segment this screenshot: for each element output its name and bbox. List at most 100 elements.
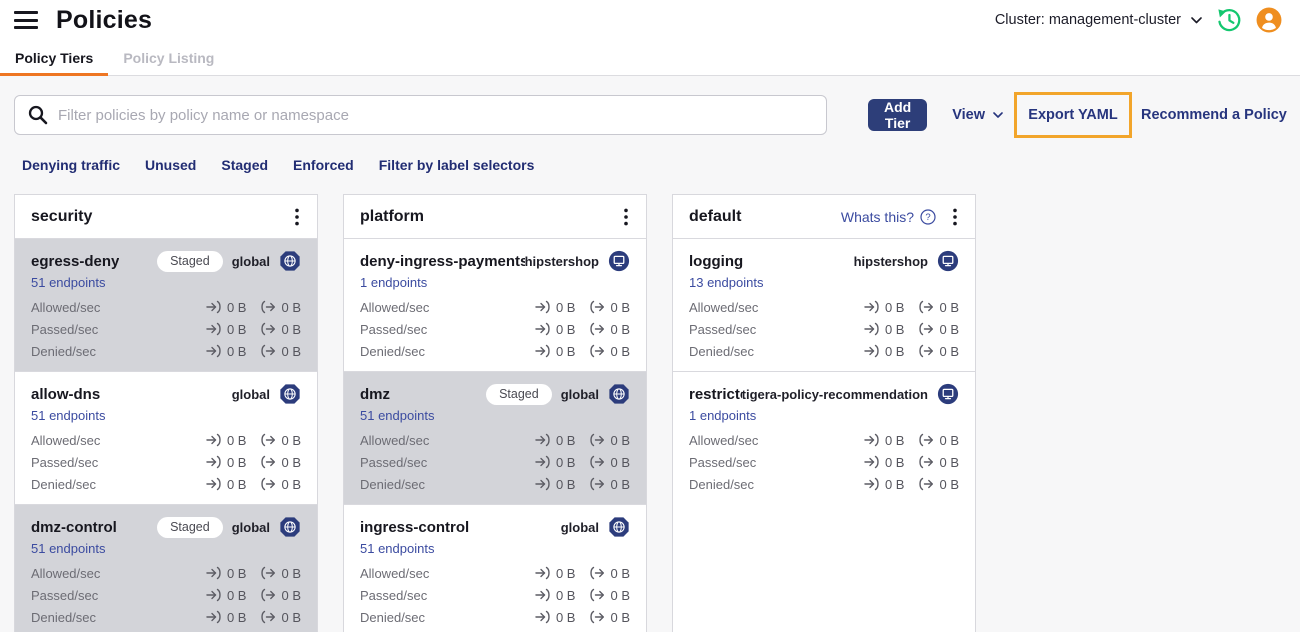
ingress-arrow-icon [206,322,221,336]
recommend-policy-button[interactable]: Recommend a Policy [1141,107,1287,123]
ingress-arrow-icon [535,610,550,624]
view-dropdown[interactable]: View [952,107,1003,123]
ingress-bytes: 0 B [206,609,246,625]
egress-bytes: 0 B [589,432,630,448]
metric-row-denied-sec: Denied/sec 0 B 0 B [31,340,301,362]
cluster-selector[interactable]: Cluster: management-cluster [995,12,1202,28]
egress-arrow-icon [261,322,276,336]
user-avatar[interactable] [1256,7,1282,33]
policy-card-dmz[interactable]: dmz Staged global 51 endpoints Allowed/s… [344,371,646,504]
endpoints-link[interactable]: 51 endpoints [31,408,105,423]
egress-arrow-icon [590,588,605,602]
metric-row-denied-sec: Denied/sec 0 B 0 B [360,473,630,495]
policy-card-ingress-control[interactable]: ingress-control global 51 endpoints Allo… [344,504,646,632]
metric-label: Passed/sec [31,587,99,603]
egress-arrow-icon [261,566,276,580]
tier-menu-kebab-icon[interactable] [946,206,964,228]
filter-link-denying-traffic[interactable]: Denying traffic [22,157,120,173]
policy-scope-label: tigera-policy-recommendation [741,386,928,402]
ingress-bytes: 0 B [535,587,575,603]
export-yaml-highlight: Export YAML [1014,92,1132,138]
ingress-bytes: 0 B [206,454,246,470]
policy-card-restricted[interactable]: restricted tigera-policy-recommendation … [673,371,975,504]
metric-row-passed-sec: Passed/sec 0 B 0 B [31,451,301,473]
metric-row-allowed-sec: Allowed/sec 0 B 0 B [689,429,959,451]
egress-arrow-icon [919,477,934,491]
ingress-arrow-icon [535,588,550,602]
tier-menu-kebab-icon[interactable] [617,206,635,228]
policy-name: restricted [689,385,742,403]
scope-icon [608,516,630,538]
staged-badge: Staged [157,250,223,272]
egress-arrow-icon [261,610,276,624]
ingress-arrow-icon [535,300,550,314]
chevron-down-icon [1191,16,1202,23]
policy-card-deny-ingress-paymentservi-[interactable]: deny-ingress-paymentservi... hipstershop… [344,238,646,371]
egress-bytes: 0 B [260,343,301,359]
metric-row-passed-sec: Passed/sec 0 B 0 B [360,584,630,606]
tier-help-link[interactable]: Whats this? ? [841,209,936,225]
ingress-bytes: 0 B [535,565,575,581]
scope-icon [608,383,630,405]
egress-bytes: 0 B [260,321,301,337]
endpoints-link[interactable]: 51 endpoints [360,408,434,423]
svg-text:?: ? [925,212,930,223]
export-yaml-button[interactable]: Export YAML [1028,107,1117,123]
policy-scope-label: hipstershop [853,253,928,269]
tier-menu-kebab-icon[interactable] [288,206,306,228]
metric-row-denied-sec: Denied/sec 0 B 0 B [31,606,301,628]
filter-link-enforced[interactable]: Enforced [293,157,354,173]
metric-label: Passed/sec [31,321,99,337]
tier-help-label: Whats this? [840,208,914,225]
ingress-arrow-icon [864,344,879,358]
ingress-bytes: 0 B [864,476,904,492]
ingress-bytes: 0 B [864,299,904,315]
metric-label: Denied/sec [689,476,755,492]
endpoints-link[interactable]: 1 endpoints [689,408,756,423]
scope-icon [279,383,301,405]
ingress-arrow-icon [535,477,550,491]
ingress-arrow-icon [206,433,221,447]
metric-row-passed-sec: Passed/sec 0 B 0 B [31,318,301,340]
metric-row-denied-sec: Denied/sec 0 B 0 B [31,473,301,495]
egress-arrow-icon [261,477,276,491]
hamburger-menu-icon[interactable] [14,11,38,29]
endpoints-link[interactable]: 51 endpoints [360,541,434,556]
add-tier-button[interactable]: Add Tier [868,99,928,131]
search-input[interactable] [58,106,814,124]
filter-link-unused[interactable]: Unused [145,157,196,173]
tab-policy-listing[interactable]: Policy Listing [108,40,229,75]
ingress-bytes: 0 B [535,609,575,625]
filter-link-filter-by-label-selectors[interactable]: Filter by label selectors [379,157,535,173]
policy-card-allow-dns[interactable]: allow-dns global 51 endpoints Allowed/se… [15,371,317,504]
endpoints-link[interactable]: 13 endpoints [689,275,763,290]
policy-scope-label: global [231,519,270,535]
chevron-down-icon [993,112,1003,118]
metric-row-allowed-sec: Allowed/sec 0 B 0 B [31,429,301,451]
egress-bytes: 0 B [918,299,959,315]
page-title: Policies [56,5,153,34]
history-icon[interactable] [1216,7,1242,33]
tab-policy-tiers[interactable]: Policy Tiers [0,40,109,76]
egress-arrow-icon [590,322,605,336]
policy-card-logging[interactable]: logging hipstershop 13 endpoints Allowed… [673,238,975,371]
policy-name: dmz [360,385,390,403]
policy-card-dmz-control[interactable]: dmz-control Staged global 51 endpoints A… [15,504,317,632]
ingress-bytes: 0 B [206,343,246,359]
filter-link-staged[interactable]: Staged [221,157,268,173]
metric-row-passed-sec: Passed/sec 0 B 0 B [360,318,630,340]
egress-bytes: 0 B [918,343,959,359]
scope-icon [937,250,959,272]
endpoints-link[interactable]: 51 endpoints [31,541,105,556]
endpoints-link[interactable]: 1 endpoints [360,275,427,290]
endpoints-link[interactable]: 51 endpoints [31,275,105,290]
policy-card-egress-deny[interactable]: egress-deny Staged global 51 endpoints A… [15,238,317,371]
ingress-arrow-icon [864,477,879,491]
ingress-arrow-icon [535,566,550,580]
egress-bytes: 0 B [260,587,301,603]
ingress-arrow-icon [206,344,221,358]
egress-bytes: 0 B [589,587,630,603]
egress-bytes: 0 B [260,432,301,448]
metric-row-allowed-sec: Allowed/sec 0 B 0 B [31,296,301,318]
metric-row-passed-sec: Passed/sec 0 B 0 B [360,451,630,473]
